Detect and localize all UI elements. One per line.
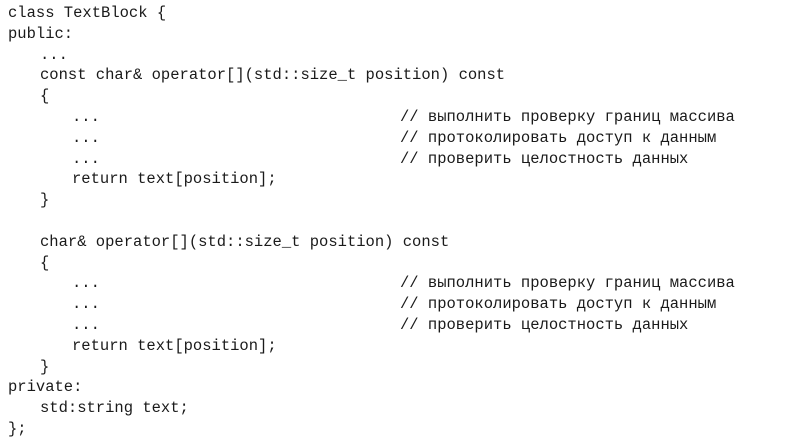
code-text: }	[40, 357, 50, 376]
code-text: const char& operator[](std::size_t posit…	[40, 66, 506, 85]
code-comment: // выполнить проверку границ массива	[400, 274, 735, 293]
code-text: class TextBlock {	[8, 4, 167, 22]
code-text: ...	[72, 295, 100, 314]
code-comment: // протоколировать доступ к данным	[400, 295, 717, 314]
code-text: {	[40, 253, 50, 272]
code-text: char& operator[](std::size_t position) c…	[40, 232, 450, 251]
code-text: ...	[72, 274, 100, 293]
code-text: ...	[72, 128, 100, 147]
code-comment: // протоколировать доступ к данным	[400, 128, 717, 147]
code-text: ...	[72, 149, 100, 168]
code-comment: // проверить целостность данных	[400, 149, 689, 168]
code-text: {	[40, 87, 50, 106]
code-text: public:	[8, 24, 74, 43]
code-text: }	[40, 191, 50, 210]
code-text: ...	[72, 107, 100, 126]
code-text: return text[position];	[72, 170, 277, 189]
code-text: };	[8, 419, 27, 438]
code-text: ...	[40, 45, 68, 64]
code-comment: // выполнить проверку границ массива	[400, 107, 735, 126]
code-text: std:string text;	[40, 399, 189, 418]
code-text: private:	[8, 378, 83, 397]
code-comment: // проверить целостность данных	[400, 315, 689, 334]
page: { "lines": [ {"indent": 0, "code": "clas…	[0, 0, 800, 438]
code-text: return text[position];	[72, 336, 277, 355]
code-text: ...	[72, 315, 100, 334]
